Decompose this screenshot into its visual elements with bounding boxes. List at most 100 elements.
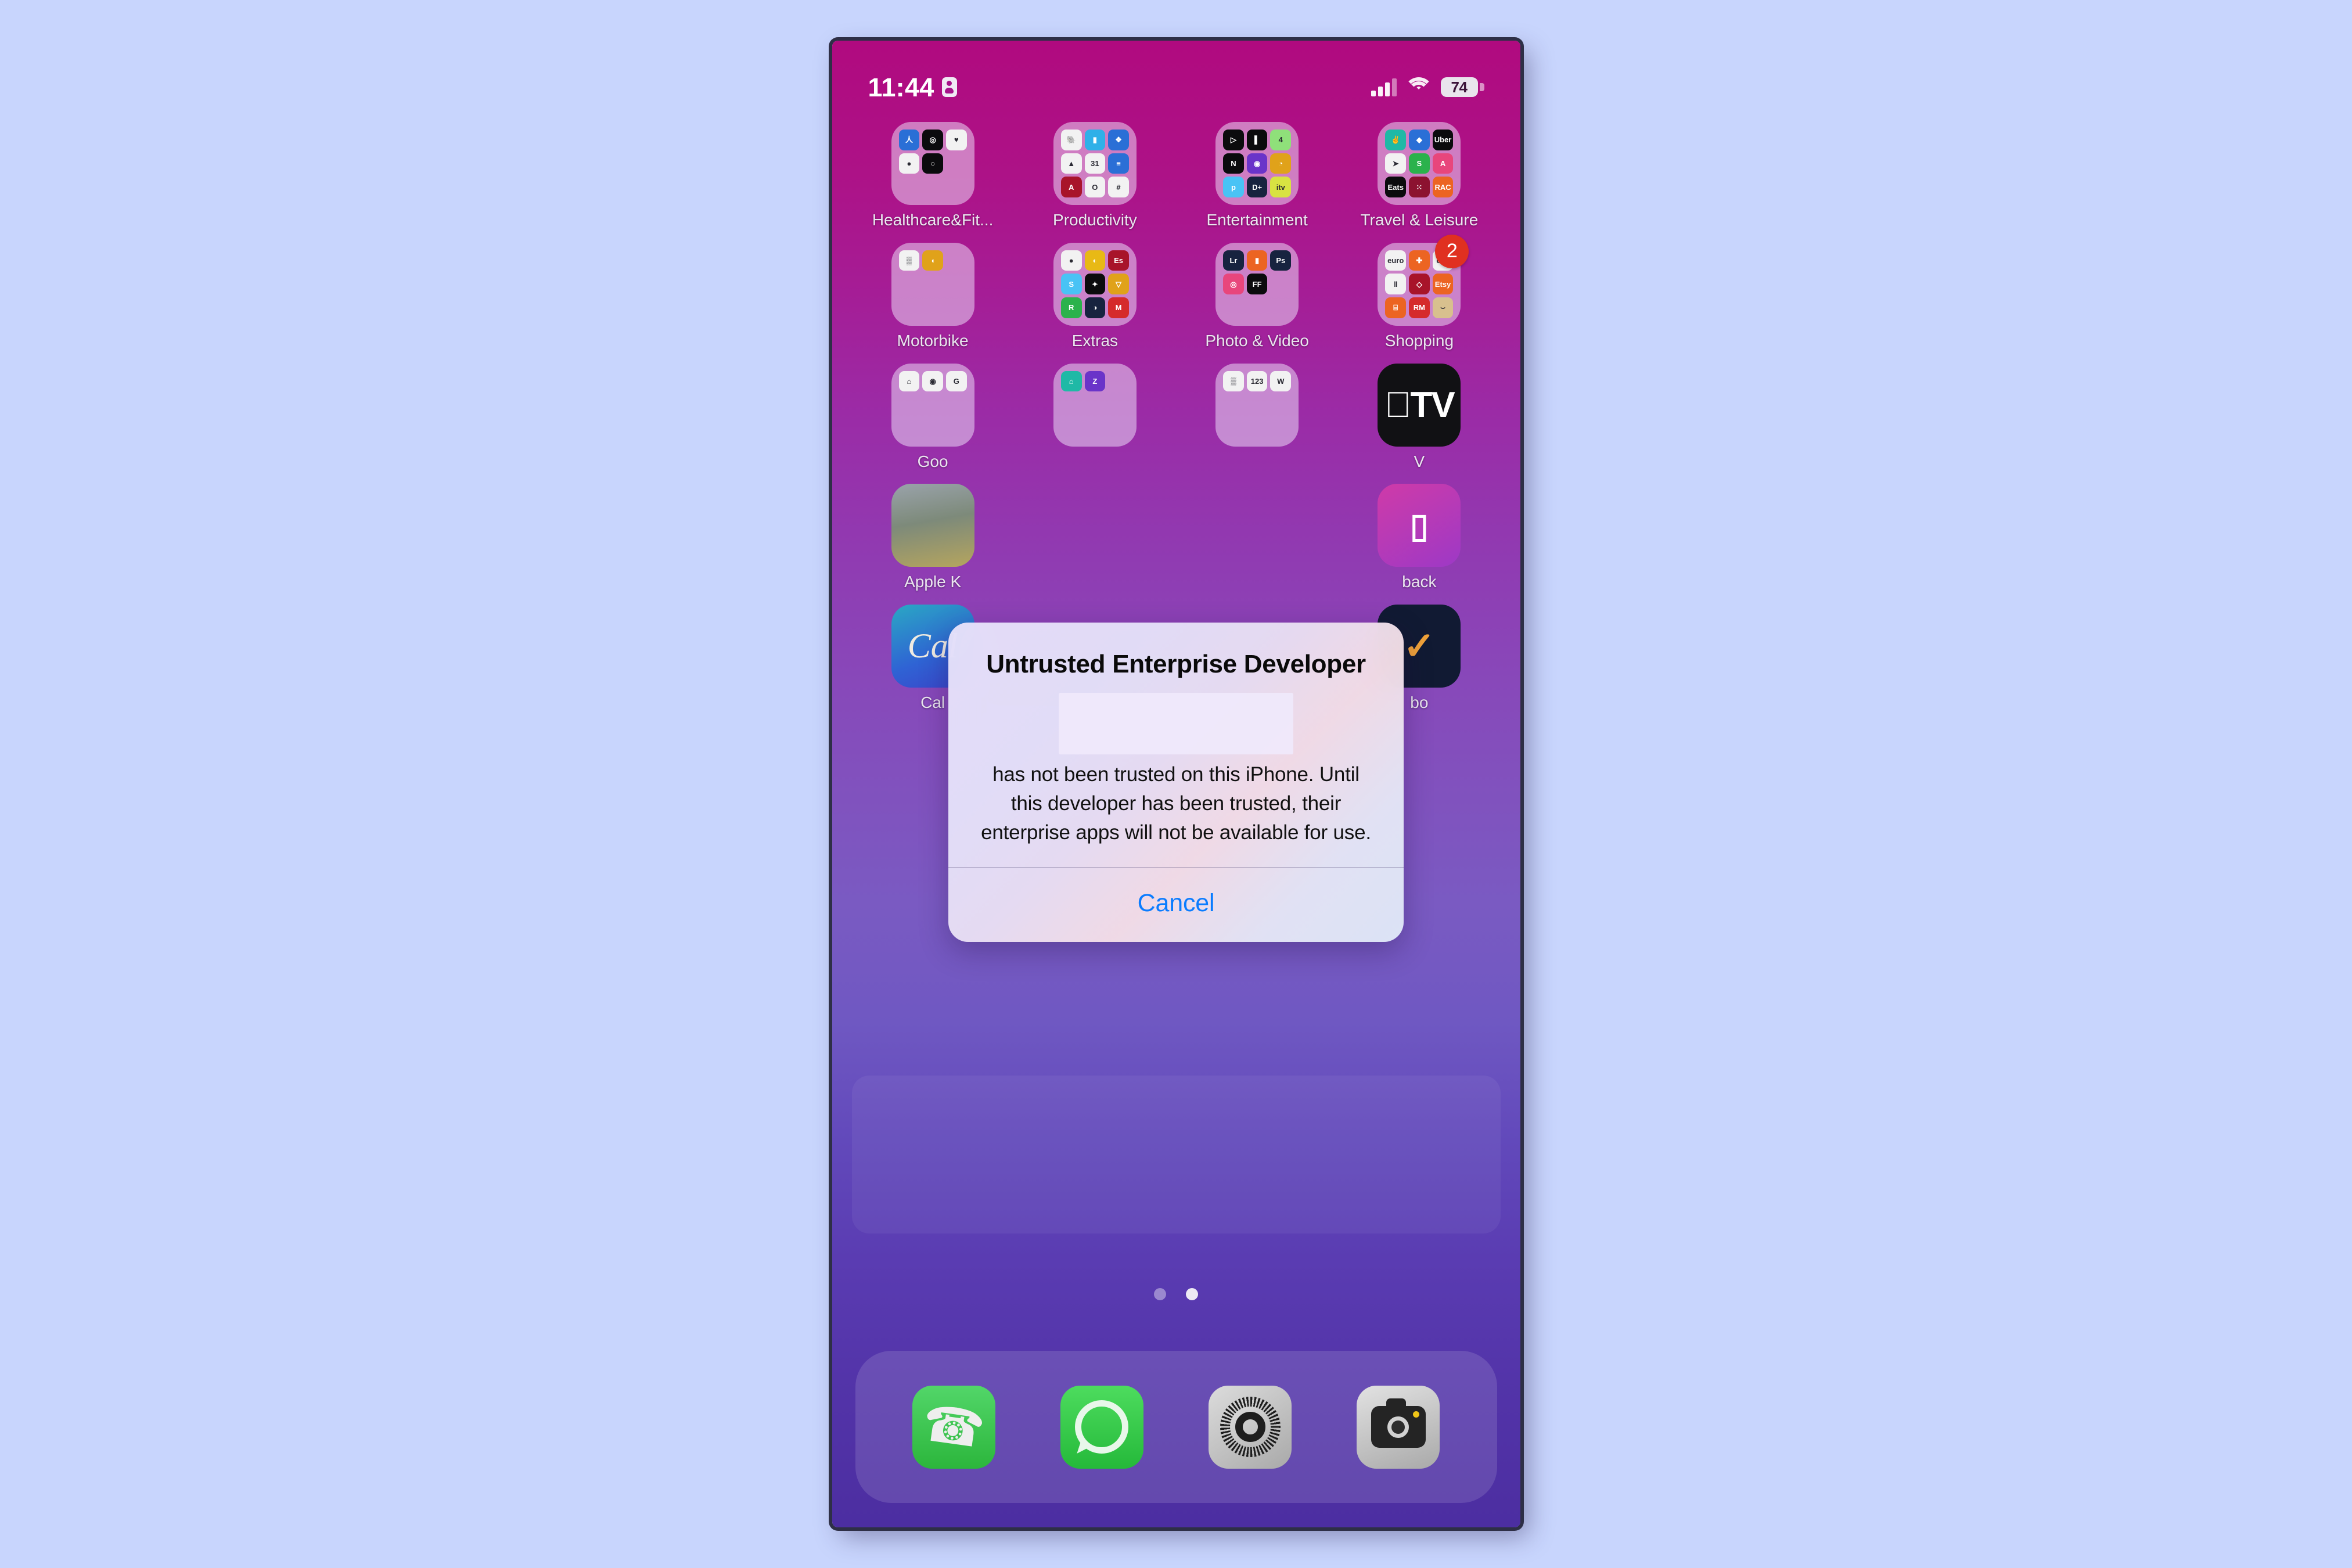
notification-badge: 2	[1435, 234, 1469, 268]
app-icon: ▯	[1378, 484, 1461, 567]
folder-mini-app-icon	[1108, 418, 1129, 439]
folder-productivity[interactable]: 🐘 ▮ ❖ ▲ 31 ≡ A O # Productivity	[1014, 122, 1176, 229]
folder-mini-app-icon: ➤	[1385, 153, 1407, 174]
folder-mini-app-icon: RAC	[1432, 177, 1454, 197]
folder-mini-app-icon: ◎	[922, 130, 943, 150]
folder-mini-app-icon	[1108, 394, 1129, 415]
folder-mini-app-icon: ◇	[1409, 274, 1430, 295]
folder-mini-app-icon	[899, 418, 920, 439]
folder-travel-leisure[interactable]: ✌ ◆ Uber ➤ S A Eats ⁙ RAC Travel & Leisure	[1338, 122, 1500, 229]
page-indicator-dots[interactable]	[832, 1288, 1520, 1300]
dock-item-phone[interactable]: ☎	[912, 1385, 995, 1469]
folder-mini-app-icon: 31	[1084, 153, 1106, 174]
app-row: 人 ◎ ♥ ● ○ Healthcare&Fit... 🐘 ▮ ❖ ▲ 31 ≡ A O # Producti…	[852, 122, 1501, 229]
folder-mini-app-icon: ◖	[922, 250, 943, 271]
folder-mini-app-icon: A	[1432, 153, 1454, 174]
folder-mini-grid: ⌂ ◉ G	[898, 371, 967, 439]
folder-mini-app-icon: ◉	[1246, 153, 1268, 174]
status-time: 11:44	[868, 72, 934, 102]
folder-mini-app-icon	[922, 274, 943, 294]
phone-icon: ☎	[919, 1395, 988, 1459]
folder-mini-app-icon	[946, 153, 967, 174]
app-apple-k[interactable]: Apple K	[852, 484, 1014, 591]
folder-mini-app-icon: 人	[898, 130, 920, 150]
folder-mini-app-icon: 4	[1270, 130, 1292, 150]
app-icon-glyph: ▯	[1409, 506, 1429, 545]
folder-mini-app-icon: ⌣	[1432, 297, 1454, 318]
folder-mini-app-icon: 123	[1246, 371, 1268, 392]
folder-healthcare-fit[interactable]: 人 ◎ ♥ ● ○ Healthcare&Fit...	[852, 122, 1014, 229]
dock-item-camera[interactable]	[1357, 1385, 1440, 1469]
app-label: Apple K	[904, 573, 962, 591]
folder-empty[interactable]: ▒ 123 W	[1176, 363, 1338, 471]
folder-mini-app-icon: ◎	[1223, 274, 1244, 295]
folder-mini-app-icon	[899, 297, 920, 318]
folder-entertainment[interactable]: ▷ ▌ 4 N ◉ ◔ p D+ itv Entertainment	[1176, 122, 1338, 229]
cellular-signal-icon	[1371, 78, 1397, 96]
app-back[interactable]: ▯ back	[1338, 484, 1500, 591]
folder-mini-app-icon: Lr	[1223, 250, 1244, 271]
cancel-button[interactable]: Cancel	[948, 868, 1404, 942]
folder-mini-app-icon	[1270, 274, 1291, 294]
folder-mini-app-icon: ⌂	[1060, 371, 1082, 392]
battery-icon: 74	[1440, 77, 1484, 97]
folder-icon: ▒ ◖	[891, 242, 974, 326]
folder-mini-app-icon: Z	[1084, 371, 1106, 392]
person-location-icon	[941, 77, 957, 97]
app-cell-empty	[1014, 484, 1176, 591]
app-v[interactable]: TV V	[1338, 363, 1500, 471]
folder-mini-app-icon: itv	[1270, 177, 1292, 197]
page-dot-1[interactable]	[1154, 1288, 1166, 1300]
status-bar-right: 74	[1371, 77, 1484, 97]
widget-placeholder[interactable]	[851, 1076, 1501, 1233]
folder-mini-app-icon	[922, 177, 943, 197]
folder-photo-video[interactable]: Lr ▮ Ps ◎ FF Photo & Video	[1176, 242, 1338, 350]
folder-goo[interactable]: ⌂ ◉ G Goo	[852, 363, 1014, 471]
folder-mini-app-icon: ✚	[1409, 250, 1430, 271]
folder-icon: 🐘 ▮ ❖ ▲ 31 ≡ A O #	[1053, 122, 1137, 205]
folder-mini-app-icon	[946, 274, 967, 294]
folder-motorbike[interactable]: ▒ ◖ Motorbike	[852, 242, 1014, 350]
dock: ☎	[855, 1351, 1497, 1503]
wifi-icon	[1408, 78, 1430, 96]
folder-shopping[interactable]: euro✚eby‖◇Etsy⌸RM⌣2Shopping	[1338, 234, 1500, 350]
iphone-device-frame: 11:44 74 人◎♥●○Healthcare&Fit...🐘▮	[832, 41, 1520, 1527]
dock-item-settings[interactable]	[1209, 1385, 1292, 1469]
folder-mini-grid: ▒ 123 W	[1223, 371, 1292, 439]
folder-mini-app-icon	[1270, 418, 1291, 439]
folder-mini-app-icon	[1247, 418, 1268, 439]
folder-mini-app-icon: Uber	[1432, 130, 1454, 150]
dock-item-whatsapp[interactable]	[1060, 1385, 1143, 1469]
app-label: Productivity	[1053, 211, 1137, 229]
folder-mini-app-icon: O	[1084, 177, 1106, 197]
folder-extras[interactable]: ● ◐ Es S ✦ ▽ R ◑ M Extras	[1014, 242, 1176, 350]
folder-mini-app-icon: R	[1060, 297, 1082, 318]
folder-mini-grid: ▷ ▌ 4 N ◉ ◔ p D+ itv	[1223, 130, 1292, 197]
folder-mini-app-icon: #	[1108, 177, 1129, 197]
folder-mini-app-icon: Ps	[1270, 250, 1292, 271]
folder-empty[interactable]: ⌂ Z	[1014, 363, 1176, 471]
folder-mini-app-icon	[946, 418, 967, 439]
folder-mini-app-icon: ♥	[945, 130, 967, 150]
folder-mini-app-icon	[899, 274, 920, 294]
whatsapp-icon	[1075, 1400, 1129, 1454]
folder-mini-app-icon	[1223, 297, 1244, 318]
folder-mini-app-icon	[1247, 394, 1268, 415]
folder-mini-app-icon	[922, 394, 943, 415]
app-label: Cal	[920, 693, 945, 712]
folder-mini-app-icon: S	[1060, 274, 1082, 295]
app-row: ▒ ◖ Motorbike ● ◐ Es S ✦ ▽ R ◑ M Extras Lr ▮ Ps ◎ FF Photo…	[852, 234, 1501, 350]
alert-message: has not been trusted on this iPhone. Unt…	[981, 763, 1371, 844]
folder-icon: ▒ 123 W	[1215, 363, 1299, 447]
folder-mini-grid: ● ◐ Es S ✦ ▽ R ◑ M	[1060, 250, 1129, 318]
folder-mini-app-icon	[946, 297, 967, 318]
folder-icon: ✌ ◆ Uber ➤ S A Eats ⁙ RAC	[1378, 122, 1461, 205]
folder-mini-app-icon: ○	[922, 153, 943, 174]
folder-mini-app-icon	[922, 297, 943, 318]
app-label: bo	[1410, 693, 1429, 712]
alert-body: Untrusted Enterprise Developer has not b…	[948, 623, 1404, 867]
app-label: Extras	[1071, 331, 1119, 350]
page-dot-2[interactable]	[1186, 1288, 1198, 1300]
redacted-developer-name	[1059, 693, 1293, 755]
folder-mini-app-icon: ▮	[1246, 250, 1268, 271]
